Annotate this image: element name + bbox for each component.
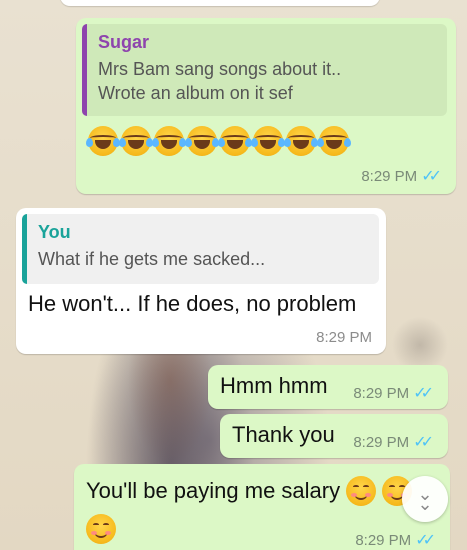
message-text: He won't... If he does, no problem [28,291,357,316]
incoming-message-bubble[interactable]: You What if he gets me sacked... He won'… [16,208,386,354]
message-text: You'll be paying me salary [86,476,413,506]
message-meta: 8:29 PM [316,329,372,346]
double-chevron-down-icon: ⌄ ⌄ [417,484,433,514]
rolling-laughing-emoji-icon [251,126,285,156]
message-meta: 8:29 PM ✓✓ [353,432,434,452]
message-text: Hmm hmm [220,373,328,398]
quote-bar [82,24,87,116]
quote-author: Sugar [98,32,150,52]
outgoing-message-bubble[interactable]: Sugar Mrs Bam sang songs about it.. Wrot… [76,18,456,194]
emoji-row [86,126,351,156]
message-time: 8:29 PM [361,167,418,185]
double-check-read-icon: ✓✓ [413,434,434,451]
smiling-face-emoji-icon [346,476,377,506]
double-check-read-icon: ✓✓ [415,532,436,549]
rolling-laughing-emoji-icon [86,126,120,156]
scroll-to-bottom-button[interactable]: ⌄ ⌄ [402,476,448,522]
message-meta: 8:29 PM ✓✓ [361,166,442,186]
rolling-laughing-emoji-icon [284,126,318,156]
rolling-laughing-emoji-icon [152,126,186,156]
quote-bar [22,214,27,284]
double-check-read-icon: ✓✓ [421,168,442,185]
previous-message-bubble-edge [60,0,380,6]
message-meta: 8:29 PM ✓✓ [355,530,436,550]
message-time: 8:29 PM [316,329,372,346]
rolling-laughing-emoji-icon [119,126,153,156]
smiling-face-emoji-icon [86,514,116,544]
rolling-laughing-emoji-icon [218,126,252,156]
rolling-laughing-emoji-icon [317,126,351,156]
double-check-read-icon: ✓✓ [413,385,434,402]
message-time: 8:29 PM [353,433,410,451]
quote-text-line-1: Mrs Bam sang songs about it.. [98,59,342,79]
quoted-message[interactable]: Sugar Mrs Bam sang songs about it.. Wrot… [82,24,447,116]
quoted-message[interactable]: You What if he gets me sacked... [22,214,379,284]
message-text-content: You'll be paying me salary [86,478,341,503]
quote-text: What if he gets me sacked... [38,249,266,269]
message-meta: 8:29 PM ✓✓ [353,383,434,403]
message-time: 8:29 PM [353,384,410,402]
message-text: Thank you [232,422,335,447]
quote-author: You [38,222,71,242]
quote-text-line-2: Wrote an album on it sef [98,83,293,103]
outgoing-message-bubble[interactable]: Hmm hmm 8:29 PM ✓✓ [208,365,448,409]
outgoing-message-bubble[interactable]: You'll be paying me salary 8:29 PM ✓✓ [74,464,450,550]
rolling-laughing-emoji-icon [185,126,219,156]
outgoing-message-bubble[interactable]: Thank you 8:29 PM ✓✓ [220,414,448,458]
message-time: 8:29 PM [355,531,412,549]
